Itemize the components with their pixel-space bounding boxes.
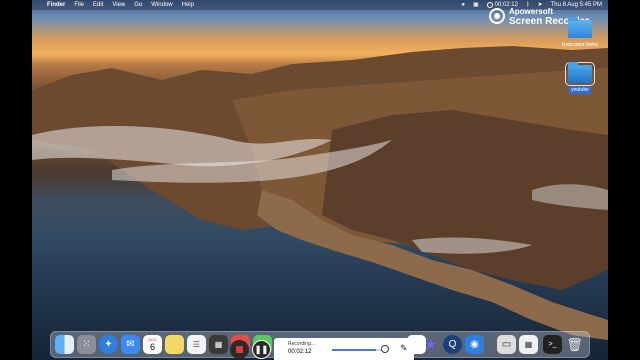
volume-slider[interactable] bbox=[332, 349, 387, 351]
watermark-line1: Apowersoft bbox=[509, 7, 553, 16]
launchpad-icon[interactable]: ⁙ bbox=[77, 335, 96, 354]
folder-icon bbox=[565, 62, 595, 86]
imovie-icon[interactable]: ★ bbox=[421, 335, 440, 354]
quicktime-icon[interactable]: Q bbox=[443, 335, 462, 354]
trash-icon[interactable]: 🗑 bbox=[565, 335, 584, 354]
desktop-folder-label: Relocated Items bbox=[561, 42, 599, 48]
terminal-icon[interactable]: >_ bbox=[543, 335, 562, 354]
stop-recording-button[interactable] bbox=[230, 340, 249, 359]
recording-status: Recording... bbox=[288, 341, 315, 347]
pen-annotation-icon[interactable]: ✎ bbox=[400, 343, 408, 354]
mail-icon[interactable]: ✉ bbox=[121, 335, 140, 354]
recording-timer: 00:02:12 bbox=[288, 349, 312, 355]
menu-edit[interactable]: Edit bbox=[93, 0, 103, 10]
menu-help[interactable]: Help bbox=[182, 0, 194, 10]
desktop-folder-relocated-items[interactable]: Relocated Items bbox=[550, 17, 608, 49]
desktop-folder-label: youtube bbox=[569, 86, 591, 94]
grid-icon[interactable]: ▦ bbox=[519, 335, 538, 354]
reminders-icon[interactable]: ☰ bbox=[187, 335, 206, 354]
calculator-icon[interactable]: ▦ bbox=[209, 335, 228, 354]
stop-icon bbox=[236, 346, 243, 353]
desktop-folder-youtube[interactable]: youtube bbox=[550, 62, 608, 94]
volume-slider-fill bbox=[332, 349, 376, 351]
menu-go[interactable]: Go bbox=[134, 0, 142, 10]
folder-icon bbox=[568, 17, 592, 38]
menu-app-finder[interactable]: Finder bbox=[47, 0, 65, 10]
calendar-icon[interactable]: AUG 6 bbox=[143, 335, 162, 354]
menu-view[interactable]: View bbox=[112, 0, 125, 10]
calendar-day: 6 bbox=[149, 342, 155, 352]
recording-panel: Recording... 00:02:12 ✎ bbox=[274, 338, 414, 360]
screen-recorder-icon[interactable]: ◉ bbox=[465, 335, 484, 354]
menu-window[interactable]: Window bbox=[151, 0, 172, 10]
status-dot-icon[interactable]: ● bbox=[461, 0, 465, 10]
menubar-app-icon[interactable]: ▣ bbox=[473, 0, 479, 10]
finder-icon[interactable] bbox=[55, 335, 74, 354]
apowersoft-logo-icon bbox=[489, 8, 505, 24]
wallpaper-landscape bbox=[32, 46, 608, 340]
pause-recording-button[interactable]: ❚❚ bbox=[252, 340, 271, 359]
desktop-screen: Finder File Edit View Go Window Help ● ▣… bbox=[32, 0, 608, 360]
notes-icon[interactable] bbox=[165, 335, 184, 354]
menu-file[interactable]: File bbox=[74, 0, 84, 10]
safari-icon[interactable]: ✦ bbox=[99, 335, 118, 354]
webcam-toggle-icon[interactable] bbox=[381, 345, 389, 353]
preview-icon[interactable]: ▭ bbox=[497, 335, 516, 354]
